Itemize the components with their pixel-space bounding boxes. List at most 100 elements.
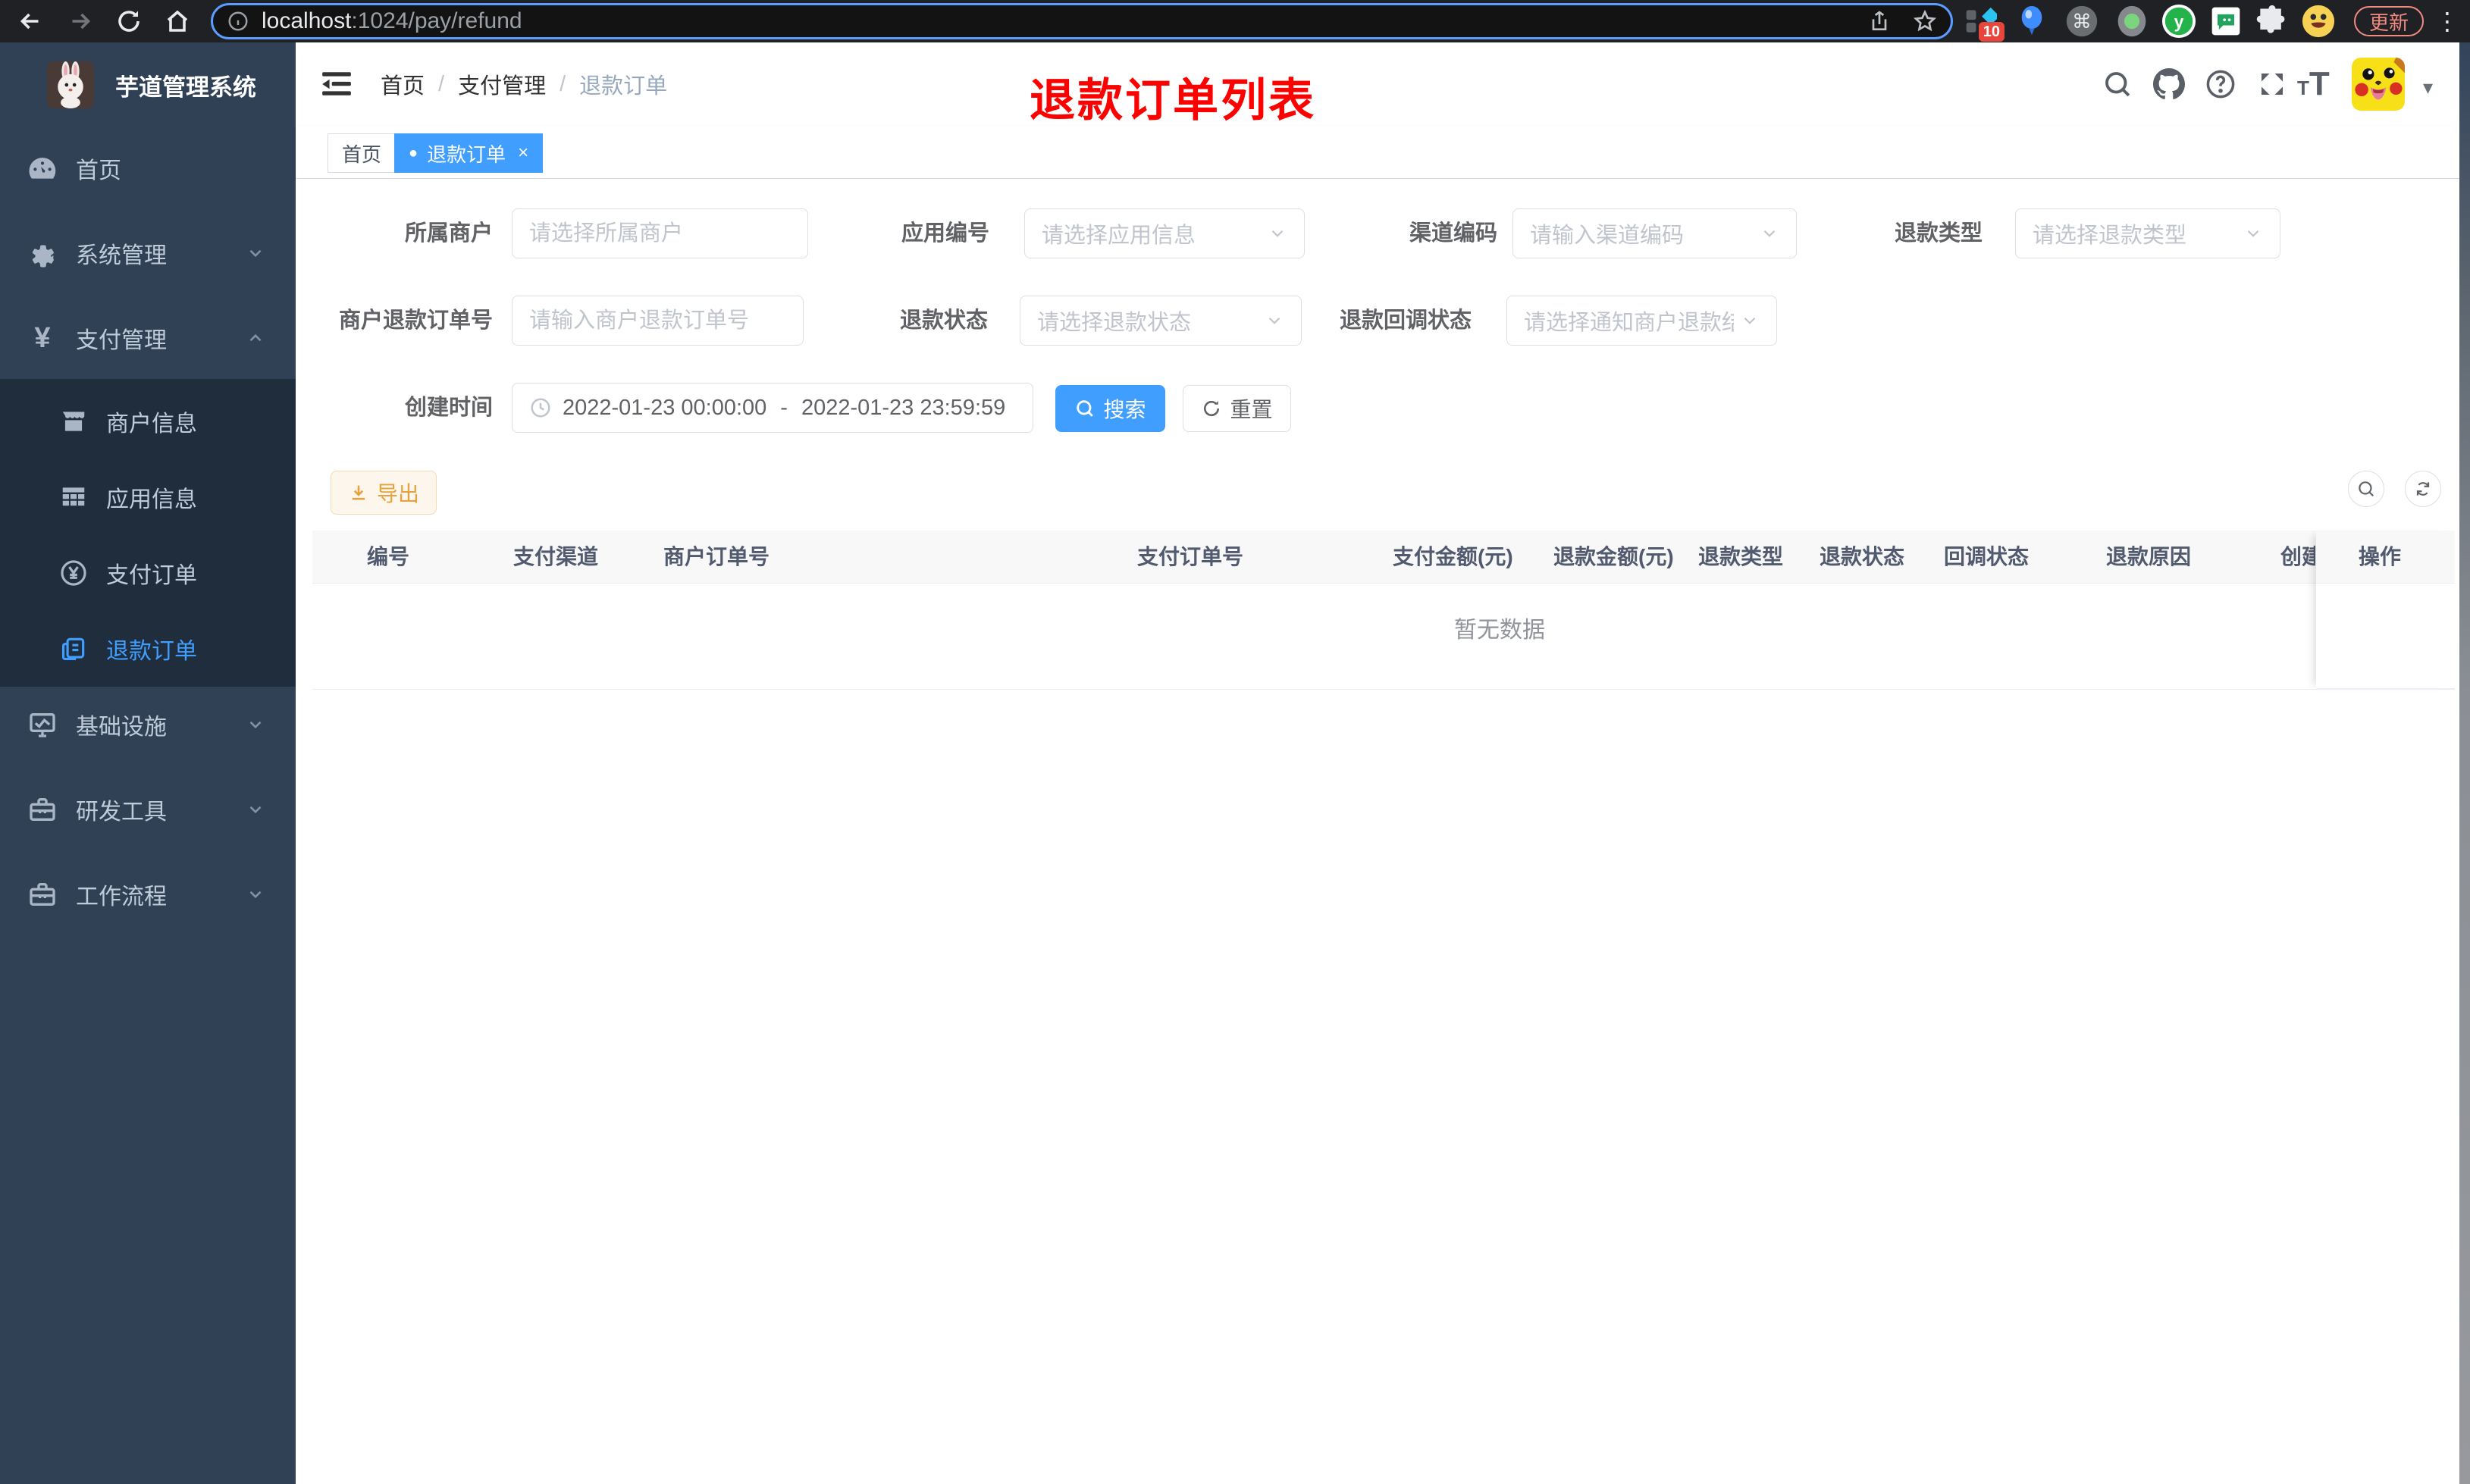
share-icon[interactable] bbox=[1867, 9, 1892, 33]
channel-placeholder: 请输入渠道编码 bbox=[1530, 224, 1685, 248]
refresh-icon bbox=[1204, 400, 1220, 417]
sidebar-item-label: 应用信息 bbox=[106, 487, 197, 512]
briefcase-icon bbox=[26, 878, 59, 911]
tag-home[interactable]: 首页 bbox=[328, 133, 397, 173]
column-header-refund-reason: 退款原因 bbox=[2106, 545, 2192, 568]
reset-button[interactable]: 重置 bbox=[1183, 385, 1291, 432]
column-header-merchant-order-no: 商户订单号 bbox=[663, 545, 770, 568]
sidebar-item-app-info[interactable]: 应用信息 bbox=[0, 459, 296, 535]
chevron-down-icon bbox=[1271, 230, 1284, 237]
sidebar-item-home[interactable]: 首页 bbox=[0, 126, 296, 211]
table-search-toggle-button[interactable] bbox=[2348, 471, 2384, 507]
app-no-select[interactable]: 请选择应用信息 bbox=[1024, 208, 1305, 258]
table-fixed-operation-column: 操作 bbox=[2316, 531, 2455, 690]
browser-home-icon[interactable] bbox=[164, 8, 191, 35]
url-text[interactable]: localhost:1024/pay/refund bbox=[262, 8, 1846, 34]
search-button[interactable]: 搜索 bbox=[1055, 385, 1165, 432]
column-header-refund-amount: 退款金额(元) bbox=[1553, 545, 1674, 568]
chevron-up-icon bbox=[249, 333, 262, 342]
extension-dot-icon[interactable] bbox=[2114, 4, 2150, 39]
date-range-separator: - bbox=[780, 395, 788, 420]
filter-label-notify-status: 退款回调状态 bbox=[1339, 308, 1472, 333]
date-range-end[interactable]: 2022-01-23 23:59:59 bbox=[801, 396, 1005, 421]
create-time-range-picker[interactable]: 2022-01-23 00:00:00 - 2022-01-23 23:59:5… bbox=[512, 383, 1033, 433]
table-empty-row bbox=[312, 584, 2455, 690]
table-empty-text: 暂无数据 bbox=[1454, 618, 1545, 643]
extension-y-icon[interactable]: y bbox=[2161, 4, 2197, 39]
tag-close-icon[interactable]: × bbox=[518, 142, 528, 164]
page-content: 所属商户 应用编号 请选择应用信息 渠道编码 请输入渠道编码 退款类型 请选择退… bbox=[296, 179, 2459, 1484]
date-range-start[interactable]: 2022-01-23 00:00:00 bbox=[563, 396, 766, 421]
chevron-down-icon bbox=[249, 721, 262, 729]
extension-chat-icon[interactable] bbox=[2208, 4, 2244, 39]
extension-balloon-icon[interactable] bbox=[2014, 4, 2050, 39]
sidebar-item-pay-order[interactable]: 支付订单 bbox=[0, 535, 296, 611]
sidebar-collapse-icon[interactable] bbox=[320, 68, 353, 100]
merchant-input-field[interactable] bbox=[529, 221, 791, 246]
column-header-id: 编号 bbox=[367, 545, 410, 568]
font-size-icon[interactable]: TT bbox=[2297, 65, 2330, 103]
fullscreen-icon[interactable] bbox=[2256, 68, 2288, 100]
merchant-input[interactable] bbox=[512, 208, 808, 258]
url-path: :1024/pay/refund bbox=[351, 8, 522, 33]
column-header-pay-amount: 支付金额(元) bbox=[1393, 545, 1513, 568]
breadcrumb-home[interactable]: 首页 bbox=[381, 68, 425, 100]
sidebar-item-label: 工作流程 bbox=[76, 884, 167, 909]
browser-menu-icon[interactable]: ⋮ bbox=[2435, 5, 2459, 38]
extension-puzzle-icon[interactable] bbox=[2253, 4, 2290, 39]
app-no-placeholder: 请选择应用信息 bbox=[1042, 224, 1196, 248]
help-icon[interactable] bbox=[2205, 68, 2236, 100]
sidebar-item-system[interactable]: 系统管理 bbox=[0, 211, 296, 296]
sidebar-item-refund-order[interactable]: 退款订单 bbox=[0, 611, 296, 687]
sidebar-item-label: 基础设施 bbox=[76, 715, 167, 740]
browser-reload-icon[interactable] bbox=[115, 8, 143, 35]
app-logo-row[interactable]: 芋道管理系统 bbox=[0, 58, 296, 112]
extension-pin-icon[interactable]: 10 bbox=[1962, 4, 2005, 42]
app-title: 芋道管理系统 bbox=[115, 74, 256, 101]
breadcrumb-pay[interactable]: 支付管理 bbox=[458, 68, 546, 100]
notify-status-select[interactable]: 请选择通知商户退款结果的 bbox=[1506, 296, 1777, 346]
table-refresh-button[interactable] bbox=[2405, 471, 2441, 507]
extension-emoji-icon[interactable] bbox=[2300, 4, 2337, 39]
gear-icon bbox=[26, 236, 59, 270]
bookmark-star-icon[interactable] bbox=[1913, 9, 1937, 33]
filter-label-refund-type: 退款类型 bbox=[1894, 221, 1983, 246]
header-search-icon[interactable] bbox=[2102, 68, 2133, 100]
refund-type-select[interactable]: 请选择退款类型 bbox=[2015, 208, 2280, 258]
page-annotation-title: 退款订单列表 bbox=[1030, 75, 1316, 126]
user-avatar[interactable] bbox=[2352, 58, 2405, 111]
merchant-refund-no-input[interactable] bbox=[512, 296, 804, 346]
tags-view: 首页 ● 退款订单 × bbox=[296, 126, 2459, 179]
browser-update-button[interactable]: 更新 bbox=[2354, 6, 2425, 36]
export-button[interactable]: 导出 bbox=[331, 471, 437, 515]
sidebar-item-workflow[interactable]: 工作流程 bbox=[0, 852, 296, 937]
refund-status-select[interactable]: 请选择退款状态 bbox=[1020, 296, 1302, 346]
sidebar-item-label: 支付管理 bbox=[76, 328, 167, 353]
breadcrumb-current: 退款订单 bbox=[579, 74, 668, 99]
breadcrumb-separator: / bbox=[438, 71, 445, 96]
browser-back-icon[interactable] bbox=[17, 8, 44, 35]
sidebar-item-pay[interactable]: ¥ 支付管理 bbox=[0, 296, 296, 380]
channel-select[interactable]: 请输入渠道编码 bbox=[1512, 208, 1797, 258]
extension-command-icon[interactable]: ⌘ bbox=[2064, 4, 2100, 39]
github-icon[interactable] bbox=[2153, 68, 2185, 100]
avatar-caret-icon[interactable]: ▾ bbox=[2423, 76, 2433, 99]
sidebar-item-devtools[interactable]: 研发工具 bbox=[0, 767, 296, 852]
download-icon bbox=[352, 485, 365, 500]
sidebar-item-label: 商户信息 bbox=[106, 412, 197, 437]
sidebar-item-merchant-info[interactable]: 商户信息 bbox=[0, 384, 296, 459]
browser-forward-icon[interactable] bbox=[67, 8, 94, 35]
url-host: localhost bbox=[262, 8, 352, 33]
chevron-down-icon bbox=[249, 891, 262, 899]
extension-badge: 10 bbox=[1978, 22, 2005, 42]
site-info-icon[interactable] bbox=[227, 10, 249, 33]
address-bar[interactable]: localhost:1024/pay/refund bbox=[211, 3, 1953, 39]
page-scrollbar[interactable] bbox=[2459, 42, 2470, 1484]
browser-chrome: localhost:1024/pay/refund 10 ⌘ y 更新 ⋮ bbox=[0, 0, 2470, 42]
sidebar-item-infra[interactable]: 基础设施 bbox=[0, 682, 296, 767]
sidebar: 芋道管理系统 首页 系统管理 ¥ 支付管理 商户信息 应用信息 支付订单 退款订… bbox=[0, 42, 296, 1484]
tag-refund-order[interactable]: ● 退款订单 × bbox=[394, 133, 544, 173]
column-header-pay-order-no: 支付订单号 bbox=[1137, 545, 1244, 568]
merchant-refund-no-field[interactable] bbox=[529, 308, 786, 333]
sidebar-item-label: 支付订单 bbox=[106, 563, 197, 588]
